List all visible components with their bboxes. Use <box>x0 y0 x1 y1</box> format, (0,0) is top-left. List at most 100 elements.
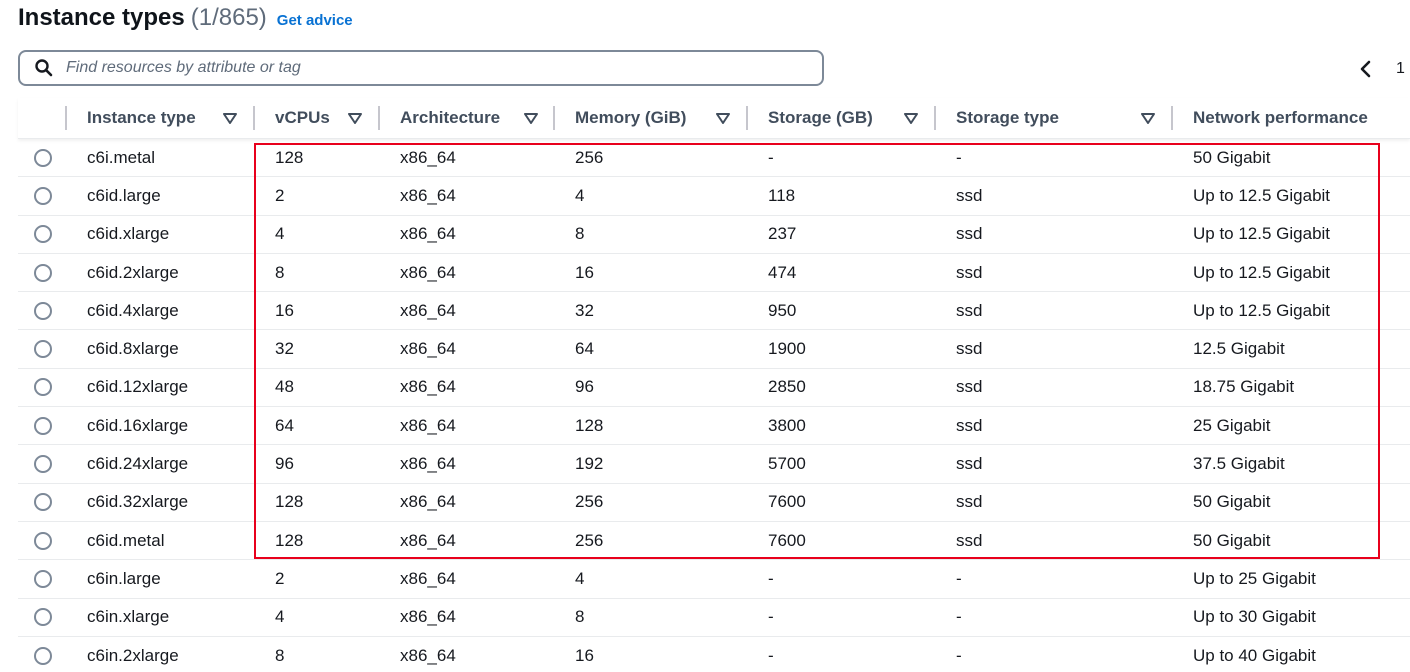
architecture-cell: x86_64 <box>380 292 555 329</box>
row-radio-button[interactable] <box>34 301 52 320</box>
row-radio-button[interactable] <box>34 608 52 627</box>
table-row[interactable]: c6id.8xlarge 32 x86_64 64 1900 ssd 12.5 Gigabi… <box>18 330 1410 369</box>
row-radio-button[interactable] <box>34 340 52 359</box>
column-header-network-performance[interactable]: Network performance <box>1173 98 1410 138</box>
row-radio-button[interactable] <box>34 378 52 397</box>
table-row[interactable]: c6in.xlarge 4 x86_64 8 - - Up to 30 Gigabit <box>18 599 1410 637</box>
search-input[interactable] <box>64 53 822 83</box>
cell-text: 2 <box>275 568 285 588</box>
storage-cell: 5700 <box>748 445 936 482</box>
cell-text: 4 <box>275 224 285 244</box>
column-header-vcpus[interactable]: vCPUs <box>255 98 380 138</box>
cell-text: x86_64 <box>400 377 456 397</box>
table-row[interactable]: c6in.large 2 x86_64 4 - - Up to 25 Gigabit <box>18 560 1410 599</box>
row-radio-button[interactable] <box>34 531 52 550</box>
vcpus-cell: 128 <box>255 139 380 176</box>
cell-text: - <box>768 568 774 588</box>
sort-caret-down-icon[interactable] <box>223 112 237 124</box>
search-box[interactable] <box>18 50 824 86</box>
instance-types-table: Instance type vCPUs Architecture Memory … <box>18 98 1410 672</box>
cell-text: x86_64 <box>400 224 456 244</box>
row-radio-button[interactable] <box>34 186 52 205</box>
table-row[interactable]: c6id.metal 128 x86_64 256 7600 ssd 50 Gigabit <box>18 522 1410 561</box>
table-row[interactable]: c6id.12xlarge 48 x86_64 96 2850 ssd 18.75 Giga… <box>18 369 1410 408</box>
storage-type-cell: - <box>936 599 1173 636</box>
row-radio-button[interactable] <box>34 646 52 665</box>
page-title: Instance types (1/865) <box>18 4 267 32</box>
page-number-button[interactable]: 1 <box>1396 60 1405 78</box>
sort-caret-down-icon[interactable] <box>524 112 538 124</box>
chevron-left-icon[interactable] <box>1356 58 1374 80</box>
cell-text: 237 <box>768 224 797 244</box>
instance-type-cell: c6in.large <box>67 560 255 597</box>
row-radio-button[interactable] <box>34 416 52 435</box>
column-header-storage[interactable]: Storage (GB) <box>748 98 936 138</box>
cell-text: 8 <box>275 645 285 665</box>
row-radio-button[interactable] <box>34 148 52 167</box>
cell-text: 474 <box>768 262 797 282</box>
architecture-cell: x86_64 <box>380 139 555 176</box>
storage-type-cell: - <box>936 637 1173 672</box>
cell-text: c6id.24xlarge <box>87 454 189 474</box>
storage-cell: 118 <box>748 177 936 214</box>
table-row[interactable]: c6id.16xlarge 64 x86_64 128 3800 ssd 25 Gigabi… <box>18 407 1410 446</box>
select-cell <box>18 292 67 329</box>
memory-cell: 256 <box>555 522 748 559</box>
table-row[interactable]: c6i.metal 128 x86_64 256 - - 50 Gigabit <box>18 139 1410 178</box>
cell-text: ssd <box>956 224 983 244</box>
cell-text: 2 <box>275 185 285 205</box>
cell-text: x86_64 <box>400 415 456 435</box>
row-radio-button[interactable] <box>34 493 52 512</box>
table-row[interactable]: c6id.large 2 x86_64 4 118 ssd Up to 12.5 Gigab… <box>18 177 1410 216</box>
cell-text: x86_64 <box>400 645 456 665</box>
column-header-storage-type[interactable]: Storage type <box>936 98 1173 138</box>
row-radio-button[interactable] <box>34 225 52 244</box>
table-row[interactable]: c6id.xlarge 4 x86_64 8 237 ssd Up to 12.5 Giga… <box>18 216 1410 254</box>
cell-text: 5700 <box>768 454 806 474</box>
cell-text: 25 Gigabit <box>1193 415 1271 435</box>
table-row[interactable]: c6id.2xlarge 8 x86_64 16 474 ssd Up to 12.5 Gi… <box>18 254 1410 293</box>
row-radio-button[interactable] <box>34 569 52 588</box>
header-select-column <box>18 98 67 138</box>
table-row[interactable]: c6in.2xlarge 8 x86_64 16 - - Up to 40 Gigabit <box>18 637 1410 672</box>
table-row[interactable]: c6id.24xlarge 96 x86_64 192 5700 ssd 37.5 Giga… <box>18 445 1410 484</box>
storage-cell: - <box>748 599 936 636</box>
storage-type-cell: ssd <box>936 407 1173 444</box>
instance-type-cell: c6id.2xlarge <box>67 254 255 291</box>
cell-text: 128 <box>575 415 604 435</box>
table-header: Instance type vCPUs Architecture Memory … <box>18 98 1410 139</box>
sort-caret-down-icon[interactable] <box>716 112 730 124</box>
cell-text: ssd <box>956 492 983 512</box>
get-advice-link[interactable]: Get advice <box>277 12 353 29</box>
storage-type-cell: ssd <box>936 522 1173 559</box>
instance-type-cell: c6id.12xlarge <box>67 369 255 406</box>
cell-text: - <box>768 147 774 167</box>
select-cell <box>18 330 67 367</box>
cell-text: ssd <box>956 530 983 550</box>
column-header-architecture[interactable]: Architecture <box>380 98 555 138</box>
table-row[interactable]: c6id.32xlarge 128 x86_64 256 7600 ssd 50 Gigab… <box>18 484 1410 522</box>
row-radio-button[interactable] <box>34 455 52 474</box>
cell-text: x86_64 <box>400 185 456 205</box>
cell-text: 8 <box>275 262 285 282</box>
storage-type-cell: ssd <box>936 330 1173 367</box>
cell-text: x86_64 <box>400 454 456 474</box>
row-radio-button[interactable] <box>34 263 52 282</box>
column-header-instance-type[interactable]: Instance type <box>67 98 255 138</box>
sort-caret-down-icon[interactable] <box>1141 112 1155 124</box>
instance-type-cell: c6in.xlarge <box>67 599 255 636</box>
table-row[interactable]: c6id.4xlarge 16 x86_64 32 950 ssd Up to 12.5 G… <box>18 292 1410 331</box>
storage-type-cell: ssd <box>936 177 1173 214</box>
vcpus-cell: 32 <box>255 330 380 367</box>
sort-caret-down-icon[interactable] <box>904 112 918 124</box>
storage-type-cell: ssd <box>936 445 1173 482</box>
sort-caret-down-icon[interactable] <box>348 112 362 124</box>
cell-text: Up to 12.5 Gigabit <box>1193 262 1331 282</box>
network-performance-cell: 25 Gigabit <box>1173 407 1410 444</box>
select-cell <box>18 445 67 482</box>
architecture-cell: x86_64 <box>380 637 555 672</box>
column-header-memory[interactable]: Memory (GiB) <box>555 98 748 138</box>
vcpus-cell: 128 <box>255 522 380 559</box>
memory-cell: 8 <box>555 216 748 253</box>
column-label: Architecture <box>400 108 501 127</box>
